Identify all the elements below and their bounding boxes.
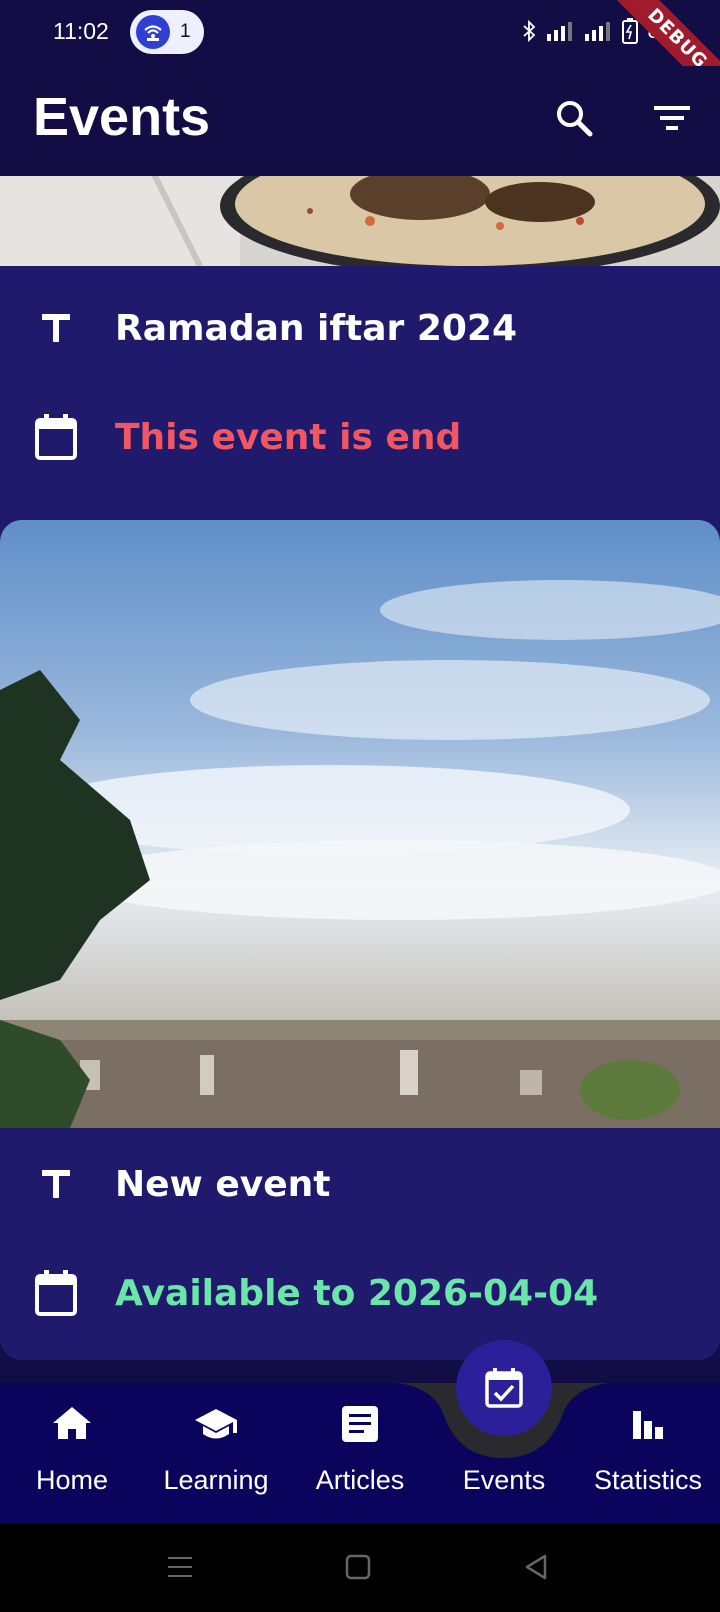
event-status: This event is end <box>115 416 462 458</box>
bottom-nav: Home Learning Articles Events Statistics <box>0 1383 720 1523</box>
hotspot-icon <box>136 15 170 49</box>
signal-icon-2 <box>584 22 610 41</box>
event-title: Ramadan iftar 2024 <box>115 307 518 349</box>
event-status-row: This event is end <box>0 407 720 467</box>
home-icon <box>53 1407 91 1439</box>
event-list[interactable]: Ramadan iftar 2024 This event is end New… <box>0 176 720 1383</box>
home-square-icon[interactable] <box>340 1549 376 1585</box>
nav-label: Articles <box>315 1465 405 1495</box>
system-nav-bar <box>0 1523 720 1612</box>
calendar-check-icon <box>485 1368 523 1408</box>
app-bar: Events <box>0 66 720 176</box>
event-title-row: Ramadan iftar 2024 <box>0 298 720 358</box>
article-icon <box>342 1406 378 1442</box>
calendar-icon <box>27 1264 85 1322</box>
calendar-icon <box>27 408 85 466</box>
event-card[interactable]: New event Available to 2026-04-04 <box>0 520 720 1360</box>
events-fab[interactable] <box>456 1340 552 1436</box>
hotspot-count: 1 <box>180 21 191 42</box>
event-status: Available to 2026-04-04 <box>115 1272 599 1314</box>
search-button[interactable] <box>552 96 598 142</box>
nav-label: Statistics <box>593 1465 703 1495</box>
event-title-row: New event <box>0 1154 720 1214</box>
nav-item-articles[interactable]: Articles <box>288 1383 432 1523</box>
battery-icon <box>621 18 638 44</box>
page-title: Events <box>33 87 211 147</box>
search-icon <box>557 101 593 137</box>
status-bar: 11:02 1 88 DEBUG <box>0 0 720 117</box>
event-status-row: Available to 2026-04-04 <box>0 1263 720 1323</box>
back-icon[interactable] <box>518 1549 554 1585</box>
filter-button[interactable] <box>650 96 696 142</box>
event-image <box>0 176 720 266</box>
menu-icon[interactable] <box>162 1549 198 1585</box>
bar-chart-icon <box>633 1411 663 1439</box>
status-time: 11:02 <box>53 18 109 44</box>
signal-icon <box>546 22 572 41</box>
nav-item-home[interactable]: Home <box>0 1383 144 1523</box>
bluetooth-icon <box>522 19 535 43</box>
school-icon <box>195 1409 237 1439</box>
nav-item-learning[interactable]: Learning <box>144 1383 288 1523</box>
title-icon <box>27 299 85 357</box>
nav-label: Learning <box>163 1465 269 1495</box>
filter-icon <box>654 106 690 130</box>
event-image <box>0 520 720 1128</box>
event-title: New event <box>115 1163 331 1205</box>
nav-label: Events <box>462 1465 546 1495</box>
title-icon <box>27 1155 85 1213</box>
nav-item-statistics[interactable]: Statistics <box>576 1383 720 1523</box>
hotspot-indicator[interactable]: 1 <box>130 10 204 54</box>
nav-label: Home <box>35 1465 109 1495</box>
